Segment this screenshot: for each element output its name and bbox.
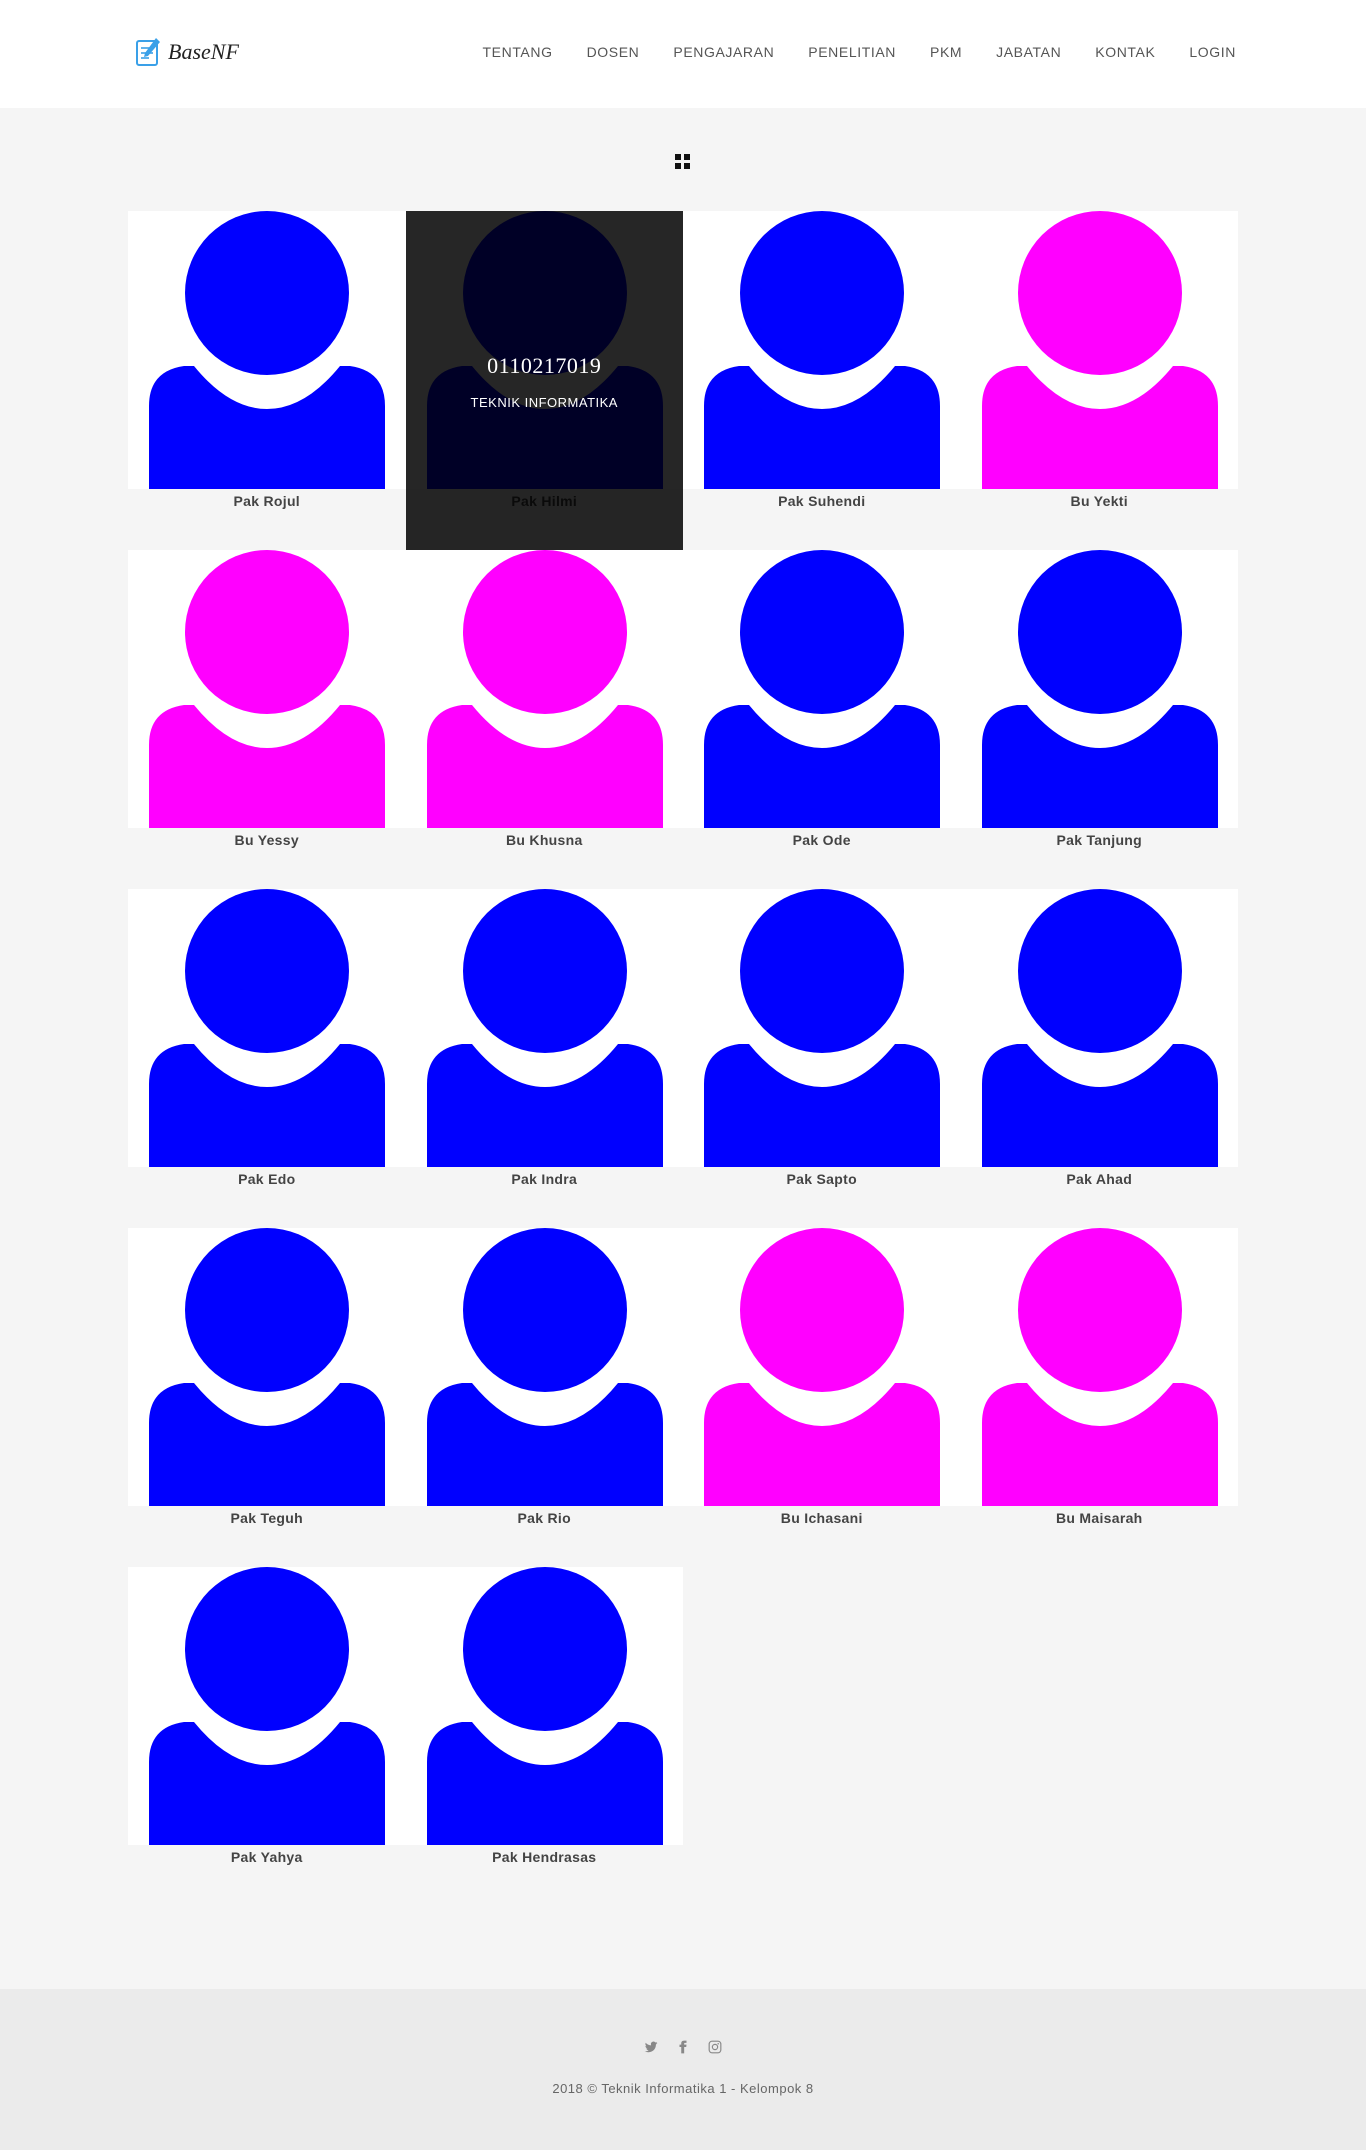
lecturer-name: Pak Edo: [238, 1171, 296, 1187]
nav-kontak[interactable]: KONTAK: [1095, 44, 1155, 60]
lecturer-name: Pak Indra: [511, 1171, 578, 1187]
lecturer-name: Pak Rio: [517, 1510, 571, 1526]
lecturer-name: Pak Hendrasas: [492, 1849, 597, 1865]
person-icon: [149, 211, 385, 489]
person-icon: [426, 550, 663, 828]
lecturer-hover-overlay[interactable]: 0110217019 TEKNIK INFORMATIKA: [405, 211, 683, 550]
grid-filter-icon[interactable]: [675, 154, 691, 170]
lecturer-card[interactable]: Pak Suhendi: [683, 211, 961, 550]
lecturer-card[interactable]: Pak Rio: [405, 1228, 683, 1567]
avatar: [405, 1567, 683, 1845]
facebook-icon[interactable]: [676, 2040, 690, 2054]
nav-tentang[interactable]: TENTANG: [483, 44, 553, 60]
lecturer-card[interactable]: Pak Teguh: [128, 1228, 406, 1567]
lecturer-card[interactable]: Bu Yessy: [128, 550, 406, 889]
lecturer-card[interactable]: Bu Ichasani: [683, 1228, 961, 1567]
lecturer-name: Pak Teguh: [230, 1510, 303, 1526]
lecturer-card[interactable]: Bu Yekti: [960, 211, 1238, 550]
avatar: [128, 1567, 406, 1845]
person-icon: [426, 1567, 663, 1845]
twitter-icon[interactable]: [644, 2040, 658, 2054]
avatar: [683, 889, 961, 1167]
lecturer-card[interactable]: Pak Hendrasas: [405, 1567, 683, 1906]
person-icon: [704, 211, 940, 489]
avatar: [683, 211, 961, 489]
person-icon: [981, 211, 1218, 489]
site-header: BaseNF TENTANG DOSEN PENGAJARAN PENELITI…: [0, 0, 1366, 108]
lecturer-card[interactable]: Pak Ahad: [960, 889, 1238, 1228]
notepad-logo-icon: [136, 38, 160, 66]
person-icon: [426, 1228, 663, 1506]
avatar: [960, 1228, 1238, 1506]
lecturer-name: Bu Maisarah: [1055, 1510, 1143, 1526]
avatar: [683, 1228, 961, 1506]
avatar: [405, 1228, 683, 1506]
lecturer-card[interactable]: Pak Hilmi0110217019TEKNIK INFORMATIKA: [405, 211, 683, 550]
logo-text: BaseNF: [168, 39, 239, 64]
avatar: [128, 211, 406, 489]
lecturer-name: Pak Sapto: [786, 1171, 857, 1187]
person-icon: [426, 889, 663, 1167]
avatar: [960, 550, 1238, 828]
person-icon: [149, 1567, 385, 1845]
avatar: [405, 550, 683, 828]
person-icon: [704, 1228, 940, 1506]
nav-jabatan[interactable]: JABATAN: [996, 44, 1061, 60]
lecturer-name: Pak Suhendi: [778, 493, 866, 509]
avatar: [128, 1228, 406, 1506]
lecturer-card[interactable]: Pak Edo: [128, 889, 406, 1228]
lecturer-card[interactable]: Bu Maisarah: [960, 1228, 1238, 1567]
avatar: [960, 889, 1238, 1167]
lecturer-name: Pak Rojul: [233, 493, 300, 509]
person-icon: [704, 889, 940, 1167]
lecturer-name: Pak Yahya: [230, 1849, 303, 1865]
site-footer: 2018 © Teknik Informatika 1 - Kelompok 8: [0, 1989, 1366, 2150]
social-links: [0, 2040, 1366, 2054]
person-icon: [149, 889, 385, 1167]
logo-link[interactable]: BaseNF: [134, 36, 239, 68]
lecturer-name: Bu Yekti: [1070, 493, 1128, 509]
avatar: [405, 889, 683, 1167]
avatar: [960, 211, 1238, 489]
nav-pkm[interactable]: PKM: [930, 44, 962, 60]
avatar: [683, 550, 961, 828]
nav-pengajaran[interactable]: PENGAJARAN: [673, 44, 774, 60]
lecturer-name: Pak Ode: [792, 832, 851, 848]
nav-dosen[interactable]: DOSEN: [587, 44, 640, 60]
lecturer-name: Pak Tanjung: [1056, 832, 1142, 848]
nav-penelitian[interactable]: PENELITIAN: [808, 44, 896, 60]
lecturer-card[interactable]: Pak Sapto: [683, 889, 961, 1228]
lecturer-card[interactable]: Pak Tanjung: [960, 550, 1238, 889]
lecturer-card[interactable]: Pak Yahya: [128, 1567, 406, 1906]
person-icon: [704, 550, 940, 828]
person-icon: [149, 550, 385, 828]
main-nav: TENTANG DOSEN PENGAJARAN PENELITIAN PKM …: [449, 44, 1236, 60]
avatar: [128, 889, 406, 1167]
instagram-icon[interactable]: [708, 2040, 722, 2054]
person-icon: [149, 1228, 385, 1506]
lecturer-card[interactable]: Pak Rojul: [128, 211, 406, 550]
person-icon: [981, 1228, 1218, 1506]
copyright-text: 2018 © Teknik Informatika 1 - Kelompok 8: [552, 2081, 814, 2096]
lecturer-id: 0110217019: [487, 353, 602, 378]
person-icon: [981, 550, 1218, 828]
lecturer-name: Bu Ichasani: [780, 1510, 863, 1526]
lecturer-name: Bu Khusna: [505, 832, 583, 848]
lecturer-card[interactable]: Bu Khusna: [405, 550, 683, 889]
lecturer-name: Pak Ahad: [1066, 1171, 1133, 1187]
person-icon: [981, 889, 1218, 1167]
avatar: [128, 550, 406, 828]
lecturer-card[interactable]: Pak Indra: [405, 889, 683, 1228]
lecturer-name: Bu Yessy: [234, 832, 299, 848]
nav-login[interactable]: LOGIN: [1189, 44, 1236, 60]
lecturer-card[interactable]: Pak Ode: [683, 550, 961, 889]
lecturer-department: TEKNIK INFORMATIKA: [470, 395, 618, 410]
